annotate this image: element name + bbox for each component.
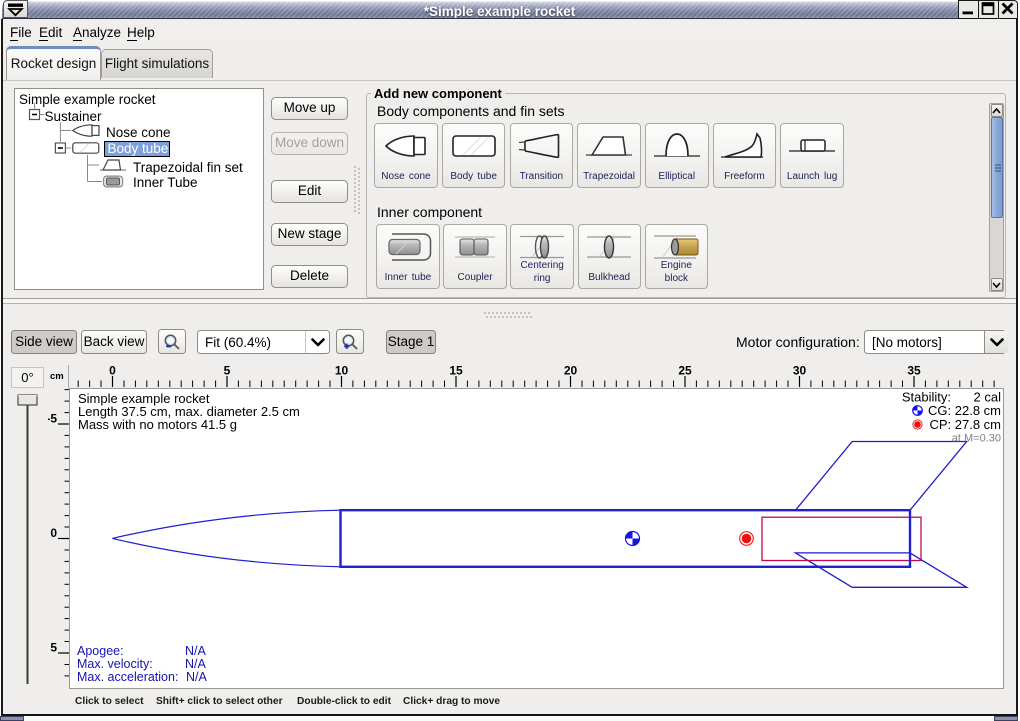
svg-text:Max. acceleration:: Max. acceleration: xyxy=(77,670,178,684)
svg-text:5: 5 xyxy=(224,365,231,378)
svg-text:CG: 22.8 cm: CG: 22.8 cm xyxy=(928,403,1001,418)
svg-text:25: 25 xyxy=(678,365,692,378)
svg-text:-5: -5 xyxy=(48,412,57,426)
svg-text:N/A: N/A xyxy=(185,644,207,658)
svg-text:20: 20 xyxy=(564,365,578,378)
svg-text:Max. velocity:: Max. velocity: xyxy=(77,657,153,671)
svg-text:N/A: N/A xyxy=(185,657,207,671)
svg-text:N/A: N/A xyxy=(186,670,208,684)
svg-text:5: 5 xyxy=(50,641,57,655)
svg-text:0: 0 xyxy=(109,365,116,378)
svg-text:Apogee:: Apogee: xyxy=(77,644,124,658)
svg-text:CP: 27.8 cm: CP: 27.8 cm xyxy=(929,417,1001,432)
svg-text:35: 35 xyxy=(907,365,921,378)
svg-text:15: 15 xyxy=(449,365,463,378)
svg-text:10: 10 xyxy=(335,365,349,378)
svg-text:Mass with no motors 41.5 g: Mass with no motors 41.5 g xyxy=(78,417,237,432)
svg-text:at M=0.30: at M=0.30 xyxy=(952,433,1001,445)
svg-text:0: 0 xyxy=(50,526,57,540)
svg-text:30: 30 xyxy=(793,365,807,378)
